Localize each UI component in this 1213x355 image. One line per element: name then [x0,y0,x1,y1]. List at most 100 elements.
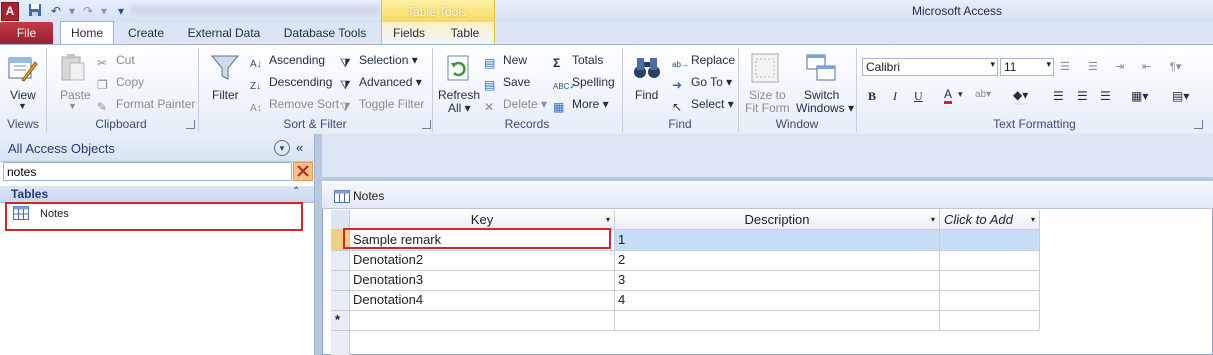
cell-description[interactable]: 4 [615,290,939,310]
gridlines-icon[interactable]: ▦▾ [1131,89,1148,103]
refresh-all-icon[interactable] [445,53,473,86]
clipboard-launcher-icon[interactable] [186,120,195,129]
select-button[interactable]: ↖ Select ▾ [672,97,734,114]
align-left-icon[interactable]: ☰ [1053,89,1064,103]
row-selector-new[interactable]: * [331,311,349,330]
view-button[interactable]: View [10,88,36,102]
format-painter-button[interactable]: ✎ Format Painter [97,97,195,114]
filter-icon[interactable] [210,53,240,86]
tab-external-data[interactable]: External Data [180,22,268,44]
refresh-all-label[interactable]: All ▾ [448,101,471,115]
numbering-icon[interactable]: ☰ [1088,60,1098,73]
tab-file[interactable]: File [0,22,53,44]
customize-qat-icon[interactable]: ▾ [113,3,129,19]
cell-description[interactable]: 3 [615,270,939,290]
cut-button[interactable]: ✂ Cut [97,53,135,70]
descending-button[interactable]: Z↓ Descending [250,75,332,95]
cell-key[interactable]: Denotation4 [350,290,614,310]
redo-dropdown-icon[interactable]: ▾ [96,3,112,19]
find-button[interactable]: Find [635,88,658,102]
align-center-icon[interactable]: ☰ [1077,89,1088,103]
bold-button[interactable]: B [868,89,876,104]
shutter-bar-close-icon[interactable]: « [296,140,303,155]
switch-windows-line2[interactable]: Windows ▾ [796,101,854,115]
select-all-corner[interactable] [331,210,349,229]
tab-fields[interactable]: Fields [384,22,434,44]
go-to-button[interactable]: ➜ Go To ▾ [672,75,732,92]
size-to-fit-line1[interactable]: Size to [749,88,786,102]
more-button[interactable]: ▦ More ▾ [553,97,609,114]
filter-button[interactable]: Filter [212,88,239,102]
find-binoculars-icon[interactable] [632,54,662,85]
column-header-click-to-add[interactable]: Click to Add ▾ [940,210,1039,229]
size-to-fit-form-icon[interactable] [750,52,780,87]
undo-icon[interactable]: ↶ [48,3,64,19]
sort-filter-launcher-icon[interactable] [422,120,431,129]
font-size-dropdown[interactable]: 11 ▾ [1000,58,1054,76]
decrease-indent-icon[interactable]: ⇤ [1142,60,1151,73]
size-to-fit-line2[interactable]: Fit Form [745,101,790,115]
switch-windows-icon[interactable] [805,53,837,86]
toggle-filter-button[interactable]: ⧩ Toggle Filter [340,97,424,114]
row-selector[interactable] [331,271,349,290]
row-selector[interactable] [331,251,349,270]
totals-button[interactable]: Σ Totals [553,53,603,70]
cell-key-new[interactable] [350,310,614,330]
copy-button[interactable]: ❐ Copy [97,75,144,92]
fill-color-icon[interactable]: ◆▾ [1013,88,1029,105]
click-to-add-dropdown-icon[interactable]: ▾ [1031,210,1035,229]
column-header-key[interactable]: Key ▾ [350,210,614,229]
font-color-button[interactable]: A [944,88,953,104]
cell-key[interactable]: Denotation2 [350,250,614,270]
column-header-description[interactable]: Description ▾ [615,210,939,229]
tab-create[interactable]: Create [120,22,172,44]
access-app-icon[interactable]: A [1,2,19,21]
nav-search-input[interactable] [3,162,292,181]
cell-description[interactable]: 2 [615,250,939,270]
cell-description-new[interactable] [615,310,939,330]
row-selector[interactable] [331,291,349,310]
nav-pane-title[interactable]: All Access Objects [8,141,115,156]
undo-dropdown-icon[interactable]: ▾ [64,3,80,19]
delete-record-button[interactable]: ✕ Delete ▾ [484,97,547,114]
paragraph-direction-icon[interactable]: ¶▾ [1170,60,1181,73]
redo-icon[interactable]: ↷ [80,3,96,19]
increase-indent-icon[interactable]: ⇥ [1115,60,1124,73]
remove-sort-button[interactable]: A↕ Remove Sort [250,97,339,117]
underline-button[interactable]: U [914,89,923,104]
replace-button[interactable]: ab→ Replace [672,53,735,74]
refresh-button[interactable]: Refresh [438,88,480,102]
highlight-icon[interactable]: ab▾ [975,89,991,100]
ascending-button[interactable]: A↓ Ascending [250,53,325,73]
tab-table[interactable]: Table [441,22,489,44]
cell-key[interactable]: Denotation3 [350,270,614,290]
advanced-button[interactable]: ⧩ Advanced ▾ [340,75,422,92]
paste-dropdown-icon[interactable]: ▼ [68,101,77,111]
new-record-button[interactable]: ▤ New [484,53,527,70]
save-record-button[interactable]: ▤ Save [484,75,530,92]
font-name-dropdown[interactable]: Calibri ▾ [862,58,998,76]
switch-windows-line1[interactable]: Switch [804,88,839,102]
bullets-icon[interactable]: ☰ [1060,60,1070,73]
view-dropdown-icon[interactable]: ▼ [18,101,27,111]
selection-button[interactable]: ⧩ Selection ▾ [340,53,418,70]
collapse-group-icon[interactable]: ⌃ [292,186,300,197]
cell-description[interactable]: 1 [615,230,939,250]
column-key-dropdown-icon[interactable]: ▾ [606,210,610,229]
align-right-icon[interactable]: ☰ [1100,89,1111,103]
view-icon[interactable] [6,52,38,87]
tab-database-tools[interactable]: Database Tools [276,22,374,44]
nav-menu-chevron-icon[interactable]: ▾ [274,140,290,156]
paste-icon[interactable] [59,53,87,86]
tab-home[interactable]: Home [60,21,114,44]
alternate-row-color-icon[interactable]: ▤▾ [1172,89,1189,103]
italic-button[interactable]: I [893,89,897,104]
paste-button[interactable]: Paste [60,88,91,102]
font-color-dropdown-icon[interactable]: ▾ [958,89,963,100]
document-tab-label[interactable]: Notes [353,189,384,203]
save-icon[interactable] [27,3,43,19]
clear-search-icon[interactable] [293,162,313,181]
text-formatting-launcher-icon[interactable] [1194,120,1203,129]
spelling-button[interactable]: ABC✓Spelling [553,75,615,96]
column-description-dropdown-icon[interactable]: ▾ [931,210,935,229]
